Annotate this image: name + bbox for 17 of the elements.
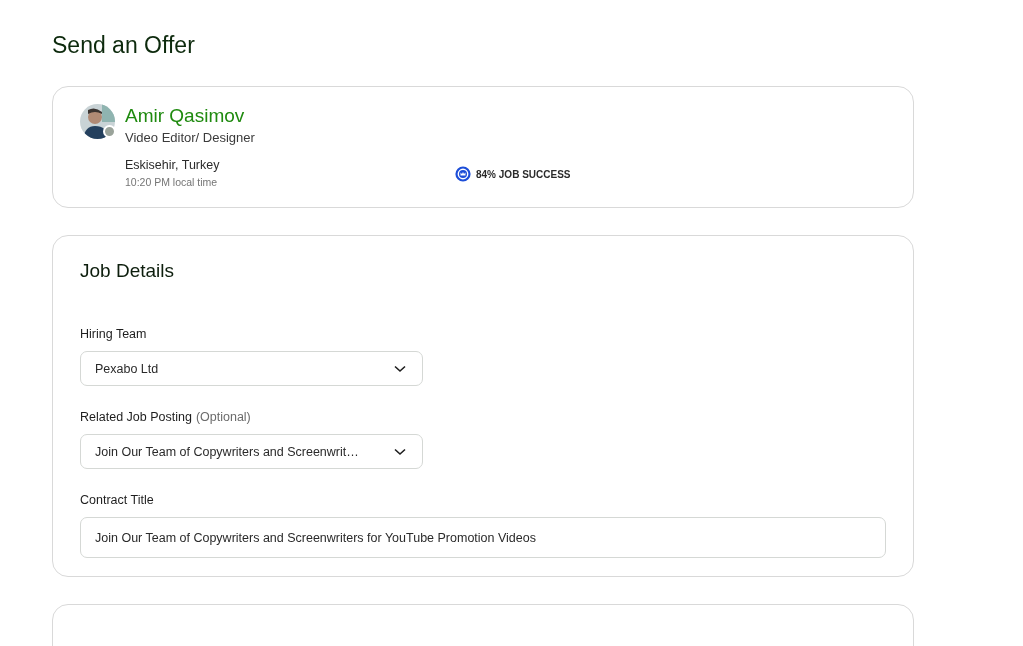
field-label: Related Job Posting xyxy=(80,410,192,424)
input-field[interactable]: Join Our Team of Copywriters and Screenwriters for YouTube Promotion Videos xyxy=(80,517,886,558)
dropdown-field[interactable]: Pexabo Ltd xyxy=(80,351,423,386)
local-time: 10:20 PM local time xyxy=(125,176,219,188)
dropdown-field[interactable]: Join Our Team of Copywriters and Screenwrit… xyxy=(80,434,423,469)
optional-hint: (Optional) xyxy=(195,410,251,424)
field-label: Contract Title xyxy=(80,493,154,507)
badge-icon xyxy=(455,166,471,182)
freelancer-title: Video Editor/ Designer xyxy=(125,130,256,145)
field-label: Hiring Team xyxy=(80,327,147,341)
chevron-down-icon xyxy=(394,364,406,373)
page-title: Send an Offer xyxy=(52,32,196,59)
freelancer-name[interactable]: Amir Qasimov xyxy=(125,105,571,127)
job-success-score: 84% JOB SUCCESS xyxy=(476,168,571,180)
chevron-down-icon xyxy=(394,447,406,456)
section-heading: Job Details xyxy=(80,260,175,282)
freelancer-location: Eskisehir, Turkey xyxy=(125,158,221,172)
